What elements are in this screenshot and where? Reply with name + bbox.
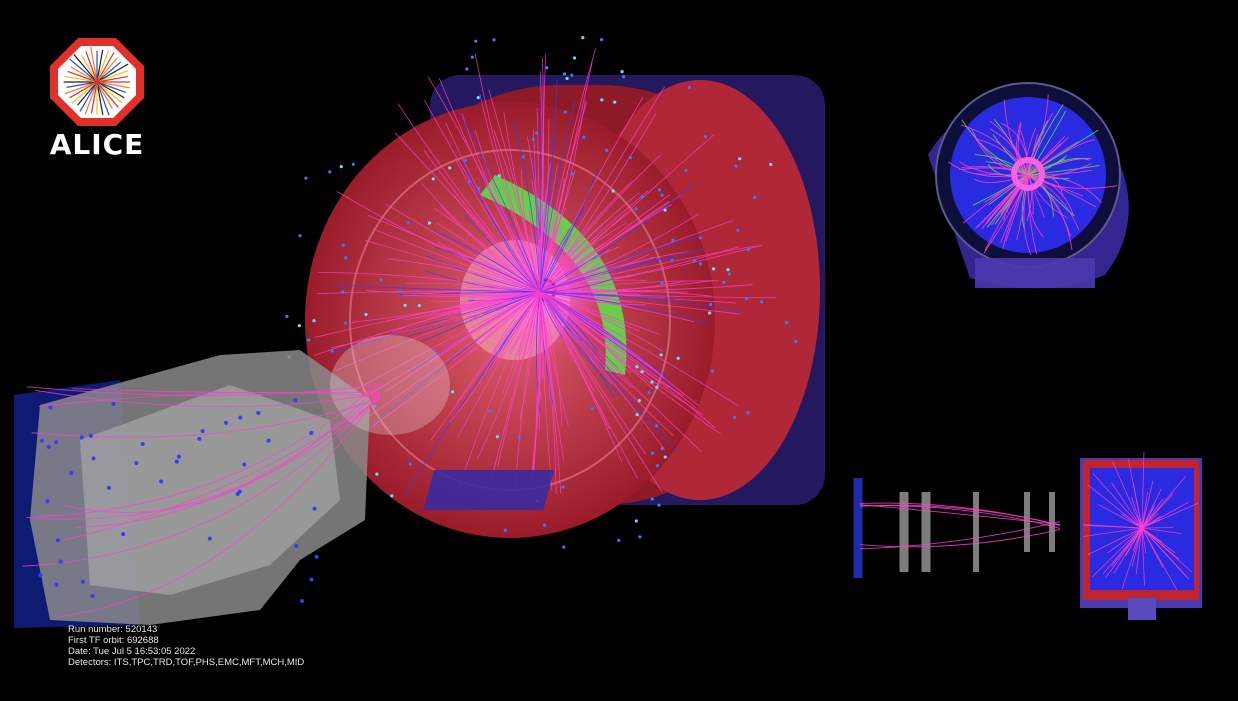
rphi-view [928, 83, 1129, 288]
rz-bottom-block [1128, 598, 1156, 620]
alice-logo: ALICE [48, 36, 146, 164]
first-tf-orbit-text: First TF orbit: 692688 [68, 635, 304, 646]
phos-module [423, 470, 554, 510]
date-text: Date: Tue Jul 5 16:53:05 2022 [68, 646, 304, 657]
detectors-text: Detectors: ITS,TPC,TRD,TOF,PHS,EMC,MFT,M… [68, 657, 304, 668]
run-number-text: Run number: 520143 [68, 624, 304, 635]
alice-logo-icon [48, 36, 146, 128]
event-display: ALICE Run number: 520143 First TF orbit:… [0, 0, 1238, 696]
rz-view [854, 452, 1203, 620]
rphi-phos-bar [975, 258, 1095, 288]
alice-logo-text: ALICE [48, 128, 146, 161]
event-info-panel: Run number: 520143 First TF orbit: 69268… [68, 624, 304, 668]
detector-scene [0, 0, 1238, 696]
rz-muon-chambers [854, 478, 1056, 578]
